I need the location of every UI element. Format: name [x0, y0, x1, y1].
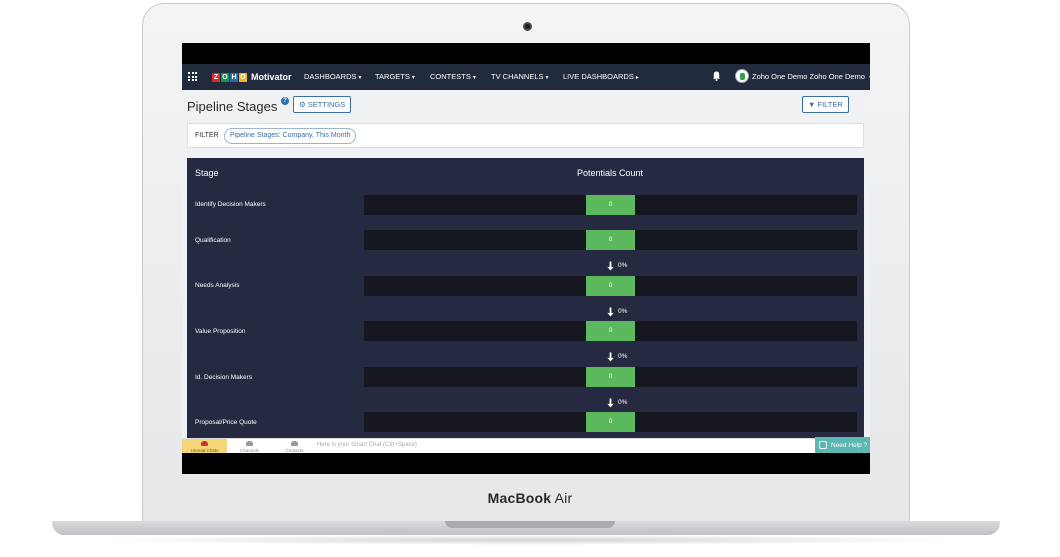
filter-bar: FILTER Pipeline Stages: Company, This Mo…: [187, 123, 864, 148]
stage-bar-track: 0: [364, 195, 857, 215]
top-navigation: Z O H O Motivator DASHBOARDS ▾ TARGETS ▾ C…: [182, 64, 870, 90]
help-icon[interactable]: ?: [281, 97, 289, 105]
conversion-indicator: 0%: [606, 303, 628, 317]
stage-label: Identify Decision Makers: [195, 201, 266, 208]
nav-targets[interactable]: TARGETS ▾: [375, 72, 415, 81]
arrow-down-icon: [607, 307, 614, 317]
chat-tab-unread[interactable]: Unread Chats: [182, 439, 227, 453]
chat-help-icon: [819, 441, 827, 449]
bell-icon[interactable]: [712, 70, 721, 82]
conversion-indicator: 0%: [606, 257, 628, 271]
settings-button[interactable]: ⚙ SETTINGS: [293, 96, 352, 113]
pipeline-panel: Stage Potentials Count Identify Decision…: [187, 158, 864, 453]
avatar[interactable]: [735, 69, 749, 83]
nav-contests[interactable]: CONTESTS ▾: [430, 72, 476, 81]
zoho-motivator-logo[interactable]: Z O H O Motivator: [212, 71, 292, 83]
logo-letter: Z: [212, 72, 220, 82]
stage-count-bar[interactable]: 0: [586, 412, 635, 432]
stage-count-bar[interactable]: 0: [586, 321, 635, 341]
column-header-count: Potentials Count: [576, 168, 644, 178]
device-brand: MacBook Air: [487, 490, 573, 506]
filter-chip[interactable]: Pipeline Stages: Company, This Month: [224, 128, 357, 144]
conversion-rate: 0%: [618, 353, 628, 361]
stage-label: Value Proposition: [195, 328, 246, 335]
app-name: Motivator: [251, 72, 292, 82]
nav-live-dashboards[interactable]: LIVE DASHBOARDS ▸: [563, 72, 639, 81]
arrow-down-icon: [607, 261, 614, 271]
stage-count-bar[interactable]: 0: [586, 367, 635, 387]
app-screen: Z O H O Motivator DASHBOARDS ▾ TARGETS ▾ C…: [182, 64, 870, 453]
camera-icon: [523, 22, 532, 31]
stage-bar-track: 0: [364, 230, 857, 250]
stage-count-bar[interactable]: 0: [586, 195, 635, 215]
filter-button[interactable]: ▼ FILTER: [802, 96, 849, 113]
stage-bar-track: 0: [364, 321, 857, 341]
chat-tab-channels[interactable]: Channels: [227, 439, 272, 453]
need-help-button[interactable]: Need Help ?: [815, 437, 870, 453]
conversion-indicator: 0%: [606, 348, 628, 362]
logo-letter: O: [239, 72, 247, 82]
conversion-rate: 0%: [618, 308, 628, 316]
stage-label: Needs Analysis: [195, 282, 240, 289]
stage-count-bar[interactable]: 0: [586, 230, 635, 250]
filter-label: FILTER: [195, 132, 219, 139]
stage-label: Proposal/Price Quote: [195, 419, 257, 426]
page-title: Pipeline Stages: [187, 99, 278, 114]
user-menu[interactable]: Zoho One Demo Zoho One Demo ▾: [752, 72, 870, 81]
stage-bar-track: 0: [364, 276, 857, 296]
conversion-rate: 0%: [618, 399, 628, 407]
channels-icon: [246, 441, 253, 446]
conversion-rate: 0%: [618, 262, 628, 270]
nav-dashboards[interactable]: DASHBOARDS ▾: [304, 72, 362, 81]
arrow-down-icon: [607, 352, 614, 362]
laptop-notch: [445, 521, 615, 528]
stage-bar-track: 0: [364, 412, 857, 432]
chat-tab-contacts[interactable]: Contacts: [272, 439, 317, 453]
stage-count-bar[interactable]: 0: [586, 276, 635, 296]
stage-label: Id. Decision Makers: [195, 374, 253, 381]
laptop-shadow: [90, 535, 970, 545]
stage-bar-track: 0: [364, 367, 857, 387]
arrow-down-icon: [607, 398, 614, 408]
logo-letter: H: [230, 72, 238, 82]
chat-bar: Unread Chats Channels Contacts Here is y…: [182, 437, 870, 453]
nav-tv-channels[interactable]: TV CHANNELS ▾: [491, 72, 549, 81]
conversion-indicator: 0%: [606, 394, 628, 408]
stage-label: Qualification: [195, 237, 231, 244]
app-grid-icon[interactable]: [188, 72, 197, 81]
logo-letter: O: [221, 72, 229, 82]
contacts-icon: [291, 441, 298, 446]
smart-chat-input[interactable]: Here is your Smart Chat (Ctrl+Space): [317, 442, 417, 448]
chat-bubble-icon: [201, 441, 208, 446]
